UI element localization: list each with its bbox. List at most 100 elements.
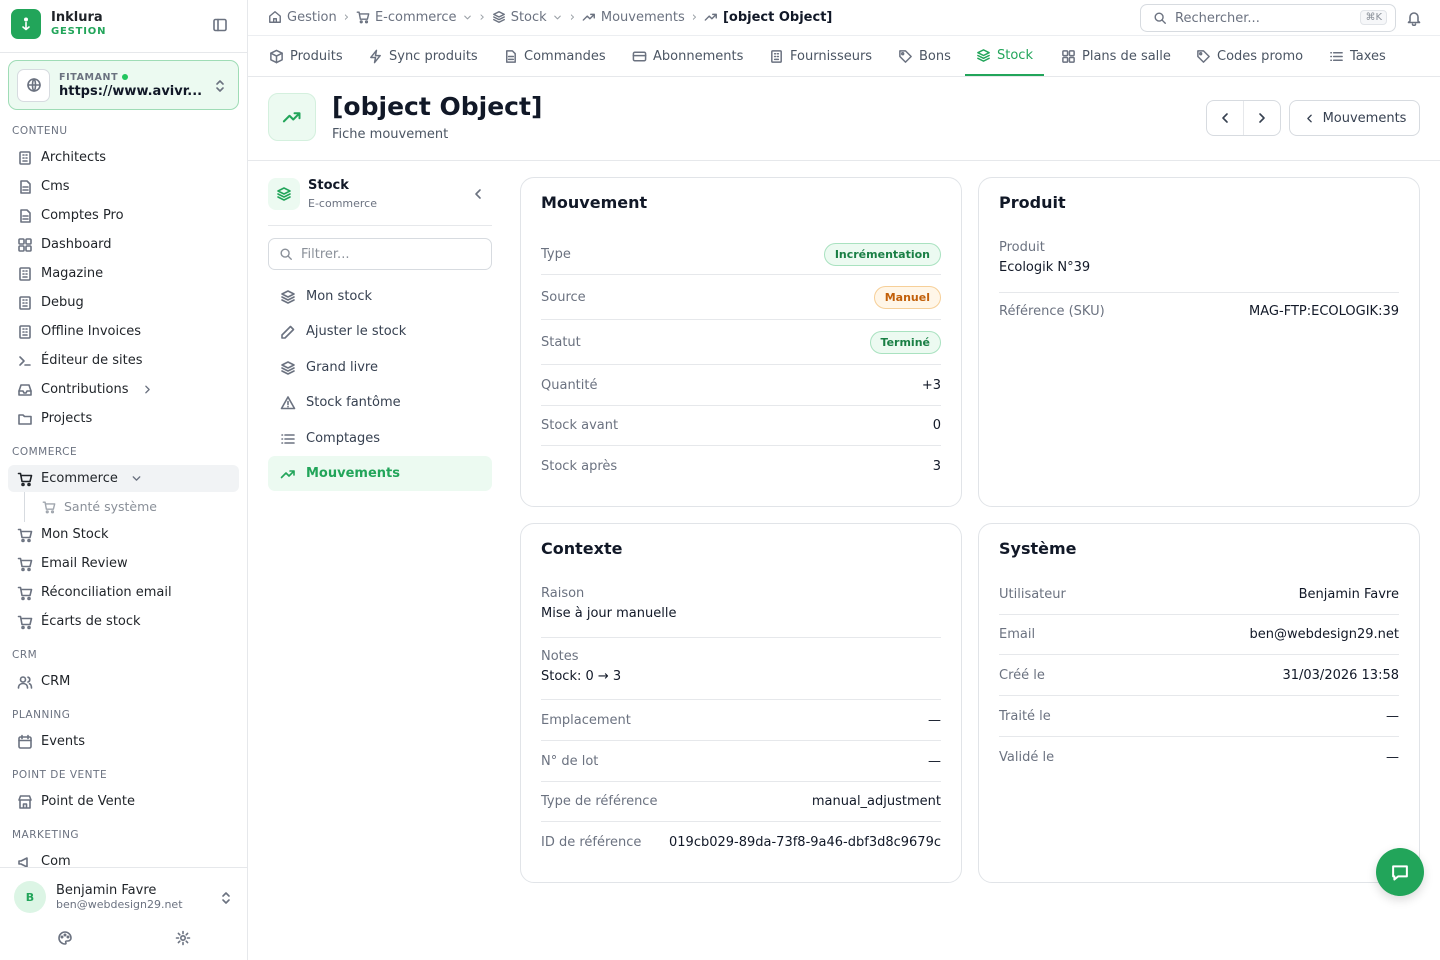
- building-icon: [19, 295, 31, 310]
- sidebar-item-com[interactable]: Com: [8, 848, 239, 867]
- sidebar-toggle-icon[interactable]: [212, 17, 228, 33]
- breadcrumb-ecommerce[interactable]: E-commerce: [356, 10, 473, 25]
- gear-icon[interactable]: [175, 930, 191, 946]
- sidebar-item-editeur-de-sites[interactable]: Éditeur de sites: [8, 347, 239, 374]
- tab-produits[interactable]: Produits: [269, 36, 343, 76]
- field-value: 019cb029-89da-73f8-9a46-dbf3d8c9679c: [669, 834, 941, 850]
- grid-icon: [18, 237, 32, 252]
- sidebar-item-cms[interactable]: Cms: [8, 173, 239, 200]
- field-value: —: [1386, 708, 1399, 724]
- sidebar-item-events[interactable]: Events: [8, 728, 239, 755]
- subnav-item-mon-stock[interactable]: Mon stock: [268, 279, 492, 314]
- user-menu[interactable]: B Benjamin Favre ben@webdesign29.net: [14, 881, 183, 913]
- sidebar-item-comptes-pro[interactable]: Comptes Pro: [8, 202, 239, 229]
- field-notes: Notes Stock: 0 → 3: [541, 649, 941, 700]
- sidebar-item-projects[interactable]: Projects: [8, 405, 239, 432]
- sidebar-item-debug[interactable]: Debug: [8, 289, 239, 316]
- list-icon: [281, 433, 295, 444]
- chat-button[interactable]: [1376, 848, 1424, 896]
- sidebar-item-label: Debug: [41, 295, 84, 310]
- subnav-label: Mouvements: [306, 466, 400, 481]
- sidebar-item-reconciliation-email[interactable]: Réconciliation email: [8, 579, 239, 606]
- trending-up-icon: [704, 13, 717, 21]
- sidebar-item-contributions[interactable]: Contributions: [8, 376, 239, 403]
- bell-icon[interactable]: [1406, 10, 1422, 26]
- field-label: Traité le: [999, 708, 1051, 724]
- sidebar-item-magazine[interactable]: Magazine: [8, 260, 239, 287]
- breadcrumb-label: [object Object]: [722, 9, 833, 25]
- field-value: +3: [921, 377, 941, 393]
- breadcrumb-mouvements[interactable]: Mouvements: [582, 10, 685, 25]
- sidebar-item-mon-stock[interactable]: Mon Stock: [8, 521, 239, 548]
- sidebar-item-email-review[interactable]: Email Review: [8, 550, 239, 577]
- breadcrumb-stock[interactable]: Stock: [492, 10, 563, 25]
- breadcrumb-gestion[interactable]: Gestion: [268, 10, 337, 25]
- field-type: Type Incrémentation: [541, 234, 941, 275]
- sidebar-item-dashboard[interactable]: Dashboard: [8, 231, 239, 258]
- breadcrumb: Gestion › E-commerce › Stock › Mouvement…: [268, 8, 832, 26]
- sidebar-item-ecarts-de-stock[interactable]: Écarts de stock: [8, 608, 239, 635]
- previous-button[interactable]: [1207, 101, 1244, 135]
- tab-codes-promo[interactable]: Codes promo: [1196, 36, 1303, 76]
- store-icon: [18, 794, 32, 809]
- subnav-item-grand-livre[interactable]: Grand livre: [268, 350, 492, 385]
- subnav-item-mouvements[interactable]: Mouvements: [268, 456, 492, 491]
- tab-label: Fournisseurs: [790, 48, 873, 64]
- back-to-mouvements-button[interactable]: Mouvements: [1289, 100, 1420, 136]
- sidebar-item-label: Cms: [41, 179, 70, 194]
- sidebar-item-label: CRM: [41, 674, 71, 689]
- document-icon: [506, 49, 516, 63]
- brand-sub: GESTION: [51, 25, 107, 37]
- status-badge: Terminé: [869, 330, 941, 354]
- divider: [248, 160, 1440, 161]
- subnav-item-stock-fantome[interactable]: Stock fantôme: [268, 385, 492, 420]
- sidebar-item-label: Contributions: [41, 382, 129, 397]
- tab-taxes[interactable]: Taxes: [1329, 36, 1386, 76]
- sidebar-item-offline-invoices[interactable]: Offline Invoices: [8, 318, 239, 345]
- tab-label: Plans de salle: [1082, 48, 1171, 64]
- sidebar-item-point-de-vente[interactable]: Point de Vente: [8, 788, 239, 815]
- next-button[interactable]: [1244, 101, 1281, 135]
- field-label: Email: [999, 627, 1036, 642]
- section-point-de-vente: POINT DE VENTE: [12, 769, 108, 781]
- chevron-down-icon: [553, 15, 561, 19]
- tab-stock[interactable]: Stock: [965, 36, 1044, 76]
- site-switcher[interactable]: FITAMANT https://www.avivr...: [8, 60, 239, 110]
- trending-up-icon: [268, 93, 316, 141]
- field-label: ID de référence: [541, 834, 642, 850]
- field-utilisateur: Utilisateur Benjamin Favre: [999, 574, 1399, 615]
- tab-sync-produits[interactable]: Sync produits: [368, 36, 478, 76]
- list-icon: [1330, 51, 1343, 61]
- sidebar-item-label: Point de Vente: [41, 794, 136, 809]
- sidebar-item-ecommerce[interactable]: Ecommerce: [8, 465, 239, 492]
- search-shortcut: ⌘K: [1360, 10, 1387, 25]
- brand[interactable]: Inklura GESTION: [11, 9, 106, 39]
- tab-plans-de-salle[interactable]: Plans de salle: [1061, 36, 1171, 76]
- field-label: Créé le: [999, 667, 1045, 683]
- field-traite-le: Traité le —: [999, 696, 1399, 737]
- sidebar-item-crm[interactable]: CRM: [8, 668, 239, 695]
- collapse-subnav-button[interactable]: [470, 186, 486, 202]
- chevron-updown-icon[interactable]: [218, 890, 234, 906]
- tab-commandes[interactable]: Commandes: [503, 36, 606, 76]
- field-label: Stock avant: [541, 418, 619, 433]
- tab-bons[interactable]: Bons: [898, 36, 951, 76]
- field-source: Source Manuel: [541, 275, 941, 320]
- subnav-item-comptages[interactable]: Comptages: [268, 421, 492, 456]
- filter-input[interactable]: Filtrer...: [268, 238, 492, 270]
- search-icon: [280, 248, 292, 260]
- folder-icon: [18, 413, 32, 425]
- tab-fournisseurs[interactable]: Fournisseurs: [769, 36, 872, 76]
- palette-icon[interactable]: [57, 930, 73, 946]
- sidebar-item-architects[interactable]: Architects: [8, 144, 239, 171]
- sidebar-item-sante-systeme[interactable]: Santé système: [24, 493, 239, 520]
- subnav-item-ajuster-le-stock[interactable]: Ajuster le stock: [268, 314, 492, 349]
- sidebar-item-label: Offline Invoices: [41, 324, 142, 339]
- field-value: Benjamin Favre: [1298, 586, 1399, 602]
- tab-abonnements[interactable]: Abonnements: [632, 36, 743, 76]
- trending-up-icon: [582, 13, 595, 21]
- search-input[interactable]: Rechercher... ⌘K: [1140, 4, 1396, 32]
- home-icon: [269, 11, 281, 23]
- field-label: Source: [541, 289, 586, 305]
- section-commerce: COMMERCE: [12, 446, 78, 458]
